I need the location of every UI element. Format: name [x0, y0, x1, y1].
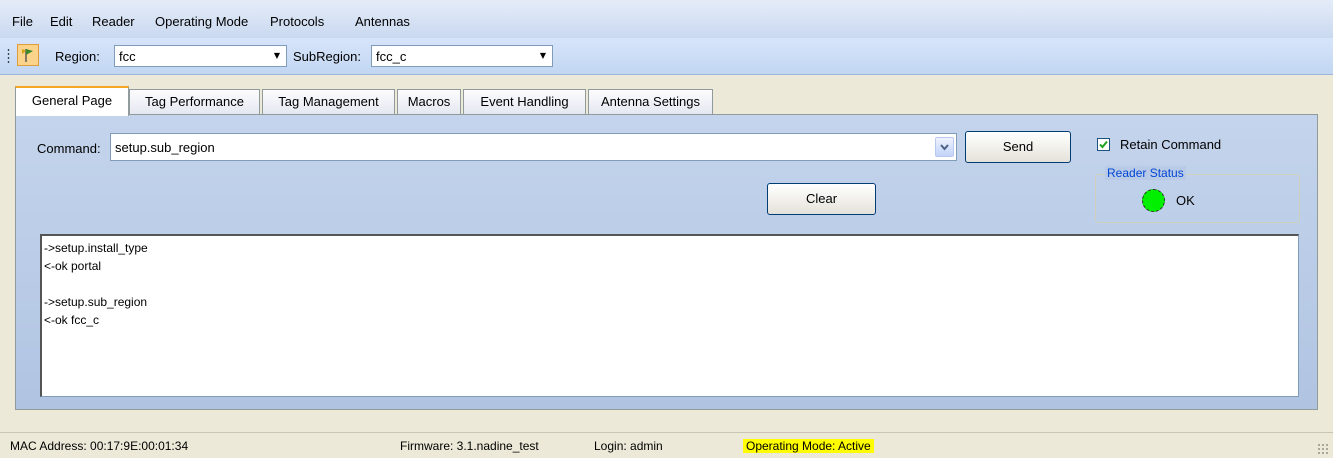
reader-status-title: Reader Status: [1105, 166, 1186, 180]
retain-command-checkbox[interactable]: [1097, 138, 1110, 151]
login-user: Login: admin: [594, 439, 663, 453]
chevron-down-icon[interactable]: ▼: [535, 47, 551, 65]
region-flag-button[interactable]: [17, 44, 39, 66]
send-button[interactable]: Send: [965, 131, 1071, 163]
reader-status-group: [1095, 174, 1300, 223]
tab-tag-management[interactable]: Tag Management: [262, 89, 395, 114]
subregion-select[interactable]: fcc_c ▼: [371, 45, 553, 67]
menu-edit[interactable]: Edit: [50, 14, 72, 30]
retain-command-label[interactable]: Retain Command: [1120, 137, 1221, 152]
toolbar-grip[interactable]: [7, 48, 10, 64]
menu-operating-mode[interactable]: Operating Mode: [155, 14, 248, 30]
subregion-label: SubRegion:: [293, 49, 361, 64]
tab-tag-performance[interactable]: Tag Performance: [129, 89, 260, 114]
region-select[interactable]: fcc ▼: [114, 45, 287, 67]
command-label: Command:: [37, 141, 101, 156]
tab-macros[interactable]: Macros: [397, 89, 461, 114]
region-label: Region:: [55, 49, 100, 64]
chevron-down-icon: [940, 144, 949, 151]
menu-bar: File Edit Reader Operating Mode Protocol…: [0, 0, 1333, 38]
menu-protocols[interactable]: Protocols: [270, 14, 324, 30]
log-line: ->setup.sub_region: [44, 295, 148, 309]
log-line: <-ok portal: [44, 259, 102, 273]
tab-general-page[interactable]: General Page: [15, 86, 129, 116]
command-log[interactable]: ->setup.install_type <-ok portal ->setup…: [40, 234, 1299, 397]
chevron-down-icon[interactable]: ▼: [269, 47, 285, 65]
menu-file[interactable]: File: [12, 14, 33, 30]
firmware-version: Firmware: 3.1.nadine_test: [400, 439, 539, 453]
checkmark-icon: [1099, 140, 1108, 149]
status-bar: MAC Address: 00:17:9E:00:01:34 Firmware:…: [0, 432, 1333, 458]
resize-grip-icon[interactable]: [1317, 443, 1329, 455]
tab-event-handling[interactable]: Event Handling: [463, 89, 586, 114]
subregion-value: fcc_c: [376, 49, 407, 64]
reader-status-value: OK: [1176, 193, 1195, 208]
operating-mode-status: Operating Mode: Active: [743, 439, 874, 453]
tab-antenna-settings[interactable]: Antenna Settings: [588, 89, 713, 114]
mac-address: MAC Address: 00:17:9E:00:01:34: [10, 439, 189, 453]
flag-icon: [22, 49, 33, 62]
region-value: fcc: [119, 49, 136, 64]
log-line: <-ok fcc_c: [44, 313, 100, 327]
status-led-icon: [1142, 189, 1165, 212]
toolbar: Region: fcc ▼ SubRegion: fcc_c ▼: [0, 38, 1333, 75]
command-input[interactable]: setup.sub_region: [110, 133, 957, 161]
command-value: setup.sub_region: [115, 140, 215, 155]
menu-reader[interactable]: Reader: [92, 14, 135, 30]
menu-antennas[interactable]: Antennas: [355, 14, 410, 30]
command-dropdown-button[interactable]: [935, 137, 954, 157]
clear-button[interactable]: Clear: [767, 183, 876, 215]
log-line: ->setup.install_type: [44, 241, 148, 255]
